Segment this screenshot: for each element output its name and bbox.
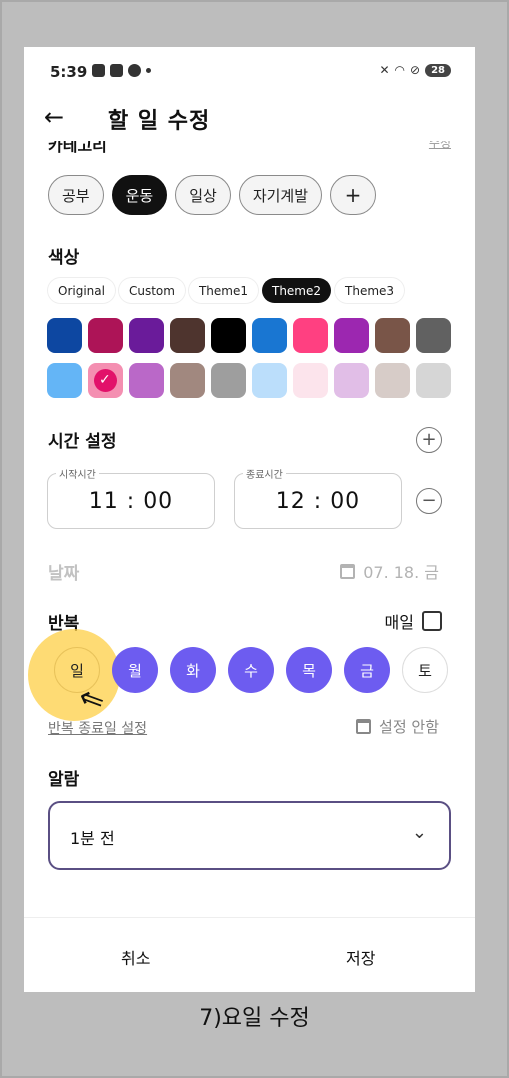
repeat-end-picker[interactable]: 설정 안함: [356, 716, 439, 737]
end-time-label: 종료시간: [243, 466, 286, 481]
status-right-icons: ✕ ◠ ⊘ 28: [379, 63, 451, 77]
category-chips: 공부 운동 일상 자기계발 +: [48, 175, 377, 215]
remove-time-icon[interactable]: −: [416, 488, 442, 514]
dot-icon: [146, 68, 151, 73]
day-mon[interactable]: 월: [112, 647, 158, 693]
save-button[interactable]: 저장: [346, 945, 375, 969]
color-theme-tabs: Original Custom Theme1 Theme2 Theme3: [48, 278, 405, 303]
day-tue[interactable]: 화: [170, 647, 216, 693]
color-swatch[interactable]: ✓: [88, 363, 123, 398]
day-fri[interactable]: 금: [344, 647, 390, 693]
color-swatch[interactable]: [252, 363, 287, 398]
footer-divider: [24, 917, 475, 918]
alarm-value: 1분 전: [70, 829, 115, 848]
tab-original[interactable]: Original: [48, 278, 115, 303]
category-header: 카테고리 수정: [48, 141, 451, 155]
daily-label: 매일: [384, 613, 414, 632]
page-title: 할 일 수정: [108, 109, 211, 134]
color-swatch[interactable]: [170, 318, 205, 353]
mute-icon: ✕: [379, 63, 390, 77]
color-swatch[interactable]: [88, 318, 123, 353]
color-swatch[interactable]: [252, 318, 287, 353]
color-swatch[interactable]: [375, 363, 410, 398]
day-thu[interactable]: 목: [286, 647, 332, 693]
chip-study[interactable]: 공부: [48, 175, 104, 215]
repeat-end-link[interactable]: 반복 종료일 설정: [48, 718, 147, 738]
color-label: 색상: [48, 248, 80, 268]
start-time-value: 11 : 00: [88, 489, 174, 514]
wifi-icon: ◠: [394, 63, 406, 77]
color-swatch[interactable]: [334, 363, 369, 398]
dnd-icon: ⊘: [410, 63, 421, 77]
color-swatch[interactable]: [47, 363, 82, 398]
color-swatch[interactable]: [170, 363, 205, 398]
date-label: 날짜: [48, 564, 80, 584]
phone-screen: 5:39 ✕ ◠ ⊘ 28 ← 할 일 수정 카테고리 수정 공부 운동 일상 …: [24, 47, 475, 992]
color-swatch[interactable]: [211, 363, 246, 398]
date-value: 07. 18. 금: [363, 563, 439, 582]
end-time-field[interactable]: 종료시간 12 : 00: [234, 466, 402, 529]
status-time: 5:39: [50, 63, 88, 81]
arrow-left-icon[interactable]: ←: [44, 103, 64, 131]
start-time-label: 시작시간: [56, 466, 99, 481]
tab-theme1[interactable]: Theme1: [188, 278, 258, 303]
app-header: ← 할 일 수정: [24, 97, 475, 141]
chevron-down-icon: ⌄: [411, 822, 427, 843]
category-label: 카테고리: [48, 141, 107, 155]
tab-theme3[interactable]: Theme3: [335, 278, 405, 303]
weekday-selector: 일 월 화 수 목 금 토: [54, 647, 448, 693]
calendar-icon: [340, 563, 356, 579]
tab-theme2[interactable]: Theme2: [261, 278, 332, 303]
alarm-label: 알람: [48, 770, 80, 790]
figure-caption: 7)요일 수정: [199, 1006, 310, 1031]
screenshot-icon: [92, 64, 105, 77]
status-bar: 5:39 ✕ ◠ ⊘ 28: [24, 47, 475, 97]
status-left-icons: [92, 64, 151, 77]
cancel-button[interactable]: 취소: [121, 945, 150, 969]
category-manage-link[interactable]: 수정: [429, 141, 451, 151]
time-label: 시간 설정: [48, 432, 117, 452]
color-swatch[interactable]: [416, 363, 451, 398]
color-swatch[interactable]: [129, 363, 164, 398]
color-swatch[interactable]: [293, 363, 328, 398]
color-swatch[interactable]: [129, 318, 164, 353]
color-swatch[interactable]: [211, 318, 246, 353]
chip-daily[interactable]: 일상: [175, 175, 231, 215]
tab-custom[interactable]: Custom: [118, 278, 185, 303]
add-category-button[interactable]: +: [330, 175, 377, 215]
color-swatch[interactable]: [375, 318, 410, 353]
bulb-icon: [128, 64, 141, 77]
color-swatch[interactable]: [47, 318, 82, 353]
color-swatch[interactable]: [293, 318, 328, 353]
add-time-icon[interactable]: +: [416, 427, 442, 453]
alarm-select[interactable]: 1분 전 ⌄: [48, 801, 451, 870]
daily-toggle[interactable]: 매일: [385, 609, 442, 633]
day-sat[interactable]: 토: [402, 647, 448, 693]
day-wed[interactable]: 수: [228, 647, 274, 693]
app-icon: [110, 64, 123, 77]
end-time-value: 12 : 00: [275, 489, 361, 514]
chip-self-improvement[interactable]: 자기계발: [238, 175, 323, 215]
start-time-field[interactable]: 시작시간 11 : 00: [47, 466, 215, 529]
chip-exercise[interactable]: 운동: [111, 175, 168, 215]
date-picker[interactable]: 07. 18. 금: [340, 559, 439, 583]
color-palette: ✓: [47, 318, 455, 398]
check-icon: ✓: [99, 372, 111, 388]
battery-icon: 28: [425, 63, 451, 77]
repeat-end-value: 설정 안함: [379, 718, 439, 736]
calendar-icon: [356, 719, 372, 734]
color-swatch[interactable]: [416, 318, 451, 353]
color-swatch[interactable]: [334, 318, 369, 353]
daily-checkbox[interactable]: [422, 611, 442, 631]
